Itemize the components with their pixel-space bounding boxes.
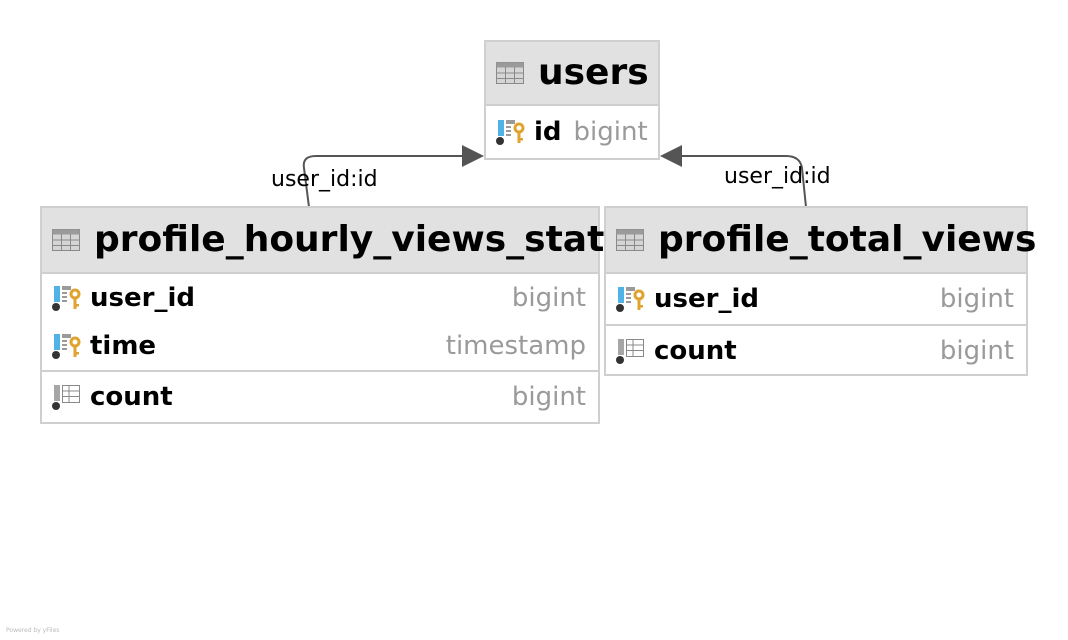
relation-label: user_id:id	[724, 164, 831, 189]
primary-key-icon	[52, 332, 82, 360]
table-title: profile_hourly_views_stats	[94, 219, 626, 260]
table-title: profile_total_views	[658, 219, 1037, 260]
column-type: bigint	[573, 117, 648, 147]
column-name: id	[534, 117, 562, 147]
er-diagram-canvas: user_id:id user_id:id users id bigint pr…	[0, 0, 1068, 640]
column-row[interactable]: user_id bigint	[606, 274, 1026, 324]
key-column-group: user_id bigint time timestamp	[42, 274, 598, 370]
key-column-group: user_id bigint	[606, 274, 1026, 324]
table-profile-hourly-views-stats[interactable]: profile_hourly_views_stats user_id bigin…	[40, 206, 626, 424]
column-icon	[52, 383, 82, 411]
column-group: count bigint	[42, 370, 598, 422]
column-group: id bigint	[486, 106, 658, 158]
primary-foreign-key-icon	[496, 118, 526, 146]
column-row[interactable]: count bigint	[42, 372, 598, 422]
column-type: bigint	[511, 382, 586, 412]
column-type: timestamp	[445, 331, 586, 361]
column-row[interactable]: time timestamp	[42, 322, 598, 370]
column-icon	[616, 337, 646, 365]
column-row[interactable]: id bigint	[486, 106, 658, 158]
table-profile-total-views[interactable]: profile_total_views user_id bigint count…	[604, 206, 1036, 376]
relation-total-to-users[interactable]: user_id:id	[660, 145, 831, 208]
table-header: profile_hourly_views_stats	[42, 208, 626, 274]
column-name: user_id	[90, 283, 195, 313]
column-type: bigint	[939, 284, 1014, 314]
table-header: users	[486, 42, 658, 106]
table-icon	[52, 229, 80, 251]
table-title: users	[538, 52, 649, 93]
column-name: count	[90, 382, 173, 412]
column-name: count	[654, 336, 737, 366]
column-name: user_id	[654, 284, 759, 314]
table-icon	[616, 229, 644, 251]
column-row[interactable]: count bigint	[606, 326, 1026, 376]
primary-foreign-key-icon	[52, 284, 82, 312]
column-name: time	[90, 331, 157, 361]
relation-hourly-to-users[interactable]: user_id:id	[271, 145, 484, 208]
column-type: bigint	[511, 283, 586, 313]
relation-label: user_id:id	[271, 167, 378, 192]
table-users[interactable]: users id bigint	[484, 40, 660, 160]
watermark: Powered by yFiles	[6, 627, 60, 634]
column-row[interactable]: user_id bigint	[42, 274, 598, 322]
primary-foreign-key-icon	[616, 285, 646, 313]
table-icon	[496, 62, 524, 84]
table-header: profile_total_views	[606, 208, 1036, 274]
column-group: count bigint	[606, 324, 1026, 376]
column-type: bigint	[939, 336, 1014, 366]
